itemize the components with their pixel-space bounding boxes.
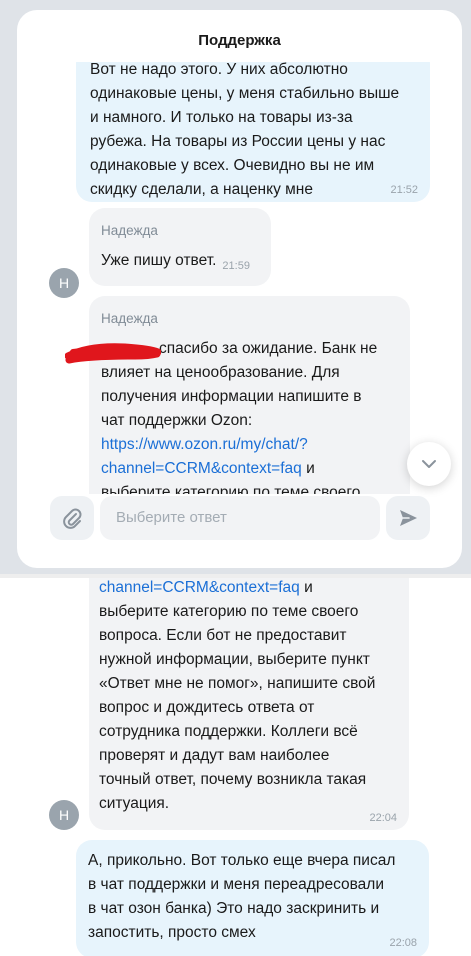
avatar: Н <box>49 268 79 298</box>
message-text: и <box>301 460 315 477</box>
sender-name: Надежда <box>101 311 158 326</box>
message-line: «Ответ мне не помог», напишите свой <box>99 675 376 692</box>
avatar: Н <box>49 800 79 830</box>
attach-button[interactable] <box>50 496 94 540</box>
outgoing-message: Вот не надо этого. У них абсолютно одина… <box>76 62 430 202</box>
message-line: вопроса. Если бот не предоставит <box>99 627 347 644</box>
message-line: одинаковые у всех. Очевидно вы не им <box>90 157 375 174</box>
message-line: выберите категорию по теме своего <box>101 484 361 494</box>
message-line: проверят и дадут вам наиболее <box>99 747 330 764</box>
scroll-down-button[interactable] <box>407 442 451 486</box>
message-time: 22:08 <box>389 937 417 949</box>
support-chat-link[interactable]: channel=CCRM&context=faq <box>99 579 300 596</box>
message-line: Вот не надо этого. У них абсолютно <box>90 62 348 78</box>
message-line: чат поддержки Ozon: <box>101 412 253 429</box>
send-arrow-icon <box>400 510 417 526</box>
message-line: в чат поддержки и меня переадресовали <box>88 876 385 893</box>
paperclip-icon <box>63 508 82 529</box>
incoming-message: Надежда спасибо за ожидание. Банк не вли… <box>89 296 410 494</box>
chat-history[interactable]: Вот не надо этого. У них абсолютно одина… <box>17 62 462 494</box>
support-chat-link[interactable]: channel=CCRM&context=faq <box>101 460 302 477</box>
page-title: Поддержка <box>198 32 281 49</box>
chevron-down-icon <box>422 460 436 468</box>
message-line: рубежа. На товары из России цены у нас <box>90 133 386 150</box>
composer: Выберите ответ <box>17 496 462 548</box>
incoming-message: Надежда Уже пишу ответ. 21:59 <box>89 208 271 286</box>
support-chat-window: Поддержка Вот не надо этого. У них абсол… <box>17 10 462 568</box>
message-line: нужной информации, выберите пункт <box>99 651 370 668</box>
message-line: в чат озон банка) Это надо заскринить и <box>88 900 380 917</box>
message-line: скидку сделали, а наценку мне <box>90 181 313 198</box>
message-text: Уже пишу ответ. <box>101 252 217 269</box>
message-time: 21:52 <box>390 184 418 196</box>
incoming-message: channel=CCRM&context=faq и выберите кате… <box>89 578 409 830</box>
chat-history-continued[interactable]: channel=CCRM&context=faq и выберите кате… <box>0 578 471 956</box>
message-time: 22:04 <box>369 812 397 824</box>
sender-name: Надежда <box>101 223 158 238</box>
message-line: точный ответ, почему возникла такая <box>99 771 367 788</box>
message-line: А, прикольно. Вот только еще вчера писал <box>88 852 396 869</box>
message-line: и намного. И только на товары из-за <box>90 109 353 126</box>
message-text: и <box>299 579 313 596</box>
message-line: выберите категорию по теме своего <box>99 603 359 620</box>
redaction-scribble <box>65 343 161 364</box>
message-time: 21:59 <box>222 260 250 272</box>
message-line: запостить, просто смех <box>88 924 256 941</box>
outgoing-message: А, прикольно. Вот только еще вчера писал… <box>76 840 429 956</box>
answer-input[interactable]: Выберите ответ <box>100 496 380 540</box>
message-line: получения информации напишите в <box>101 388 362 405</box>
message-line: сотрудника поддержки. Коллеги всё <box>99 723 358 740</box>
message-line: одинаковые цены, у меня стабильно выше <box>90 85 400 102</box>
message-line: вопрос и дождитесь ответа от <box>99 699 315 716</box>
send-button[interactable] <box>386 496 430 540</box>
support-chat-link[interactable]: https://www.ozon.ru/my/chat/? <box>101 436 308 453</box>
message-line: ситуация. <box>99 795 170 812</box>
